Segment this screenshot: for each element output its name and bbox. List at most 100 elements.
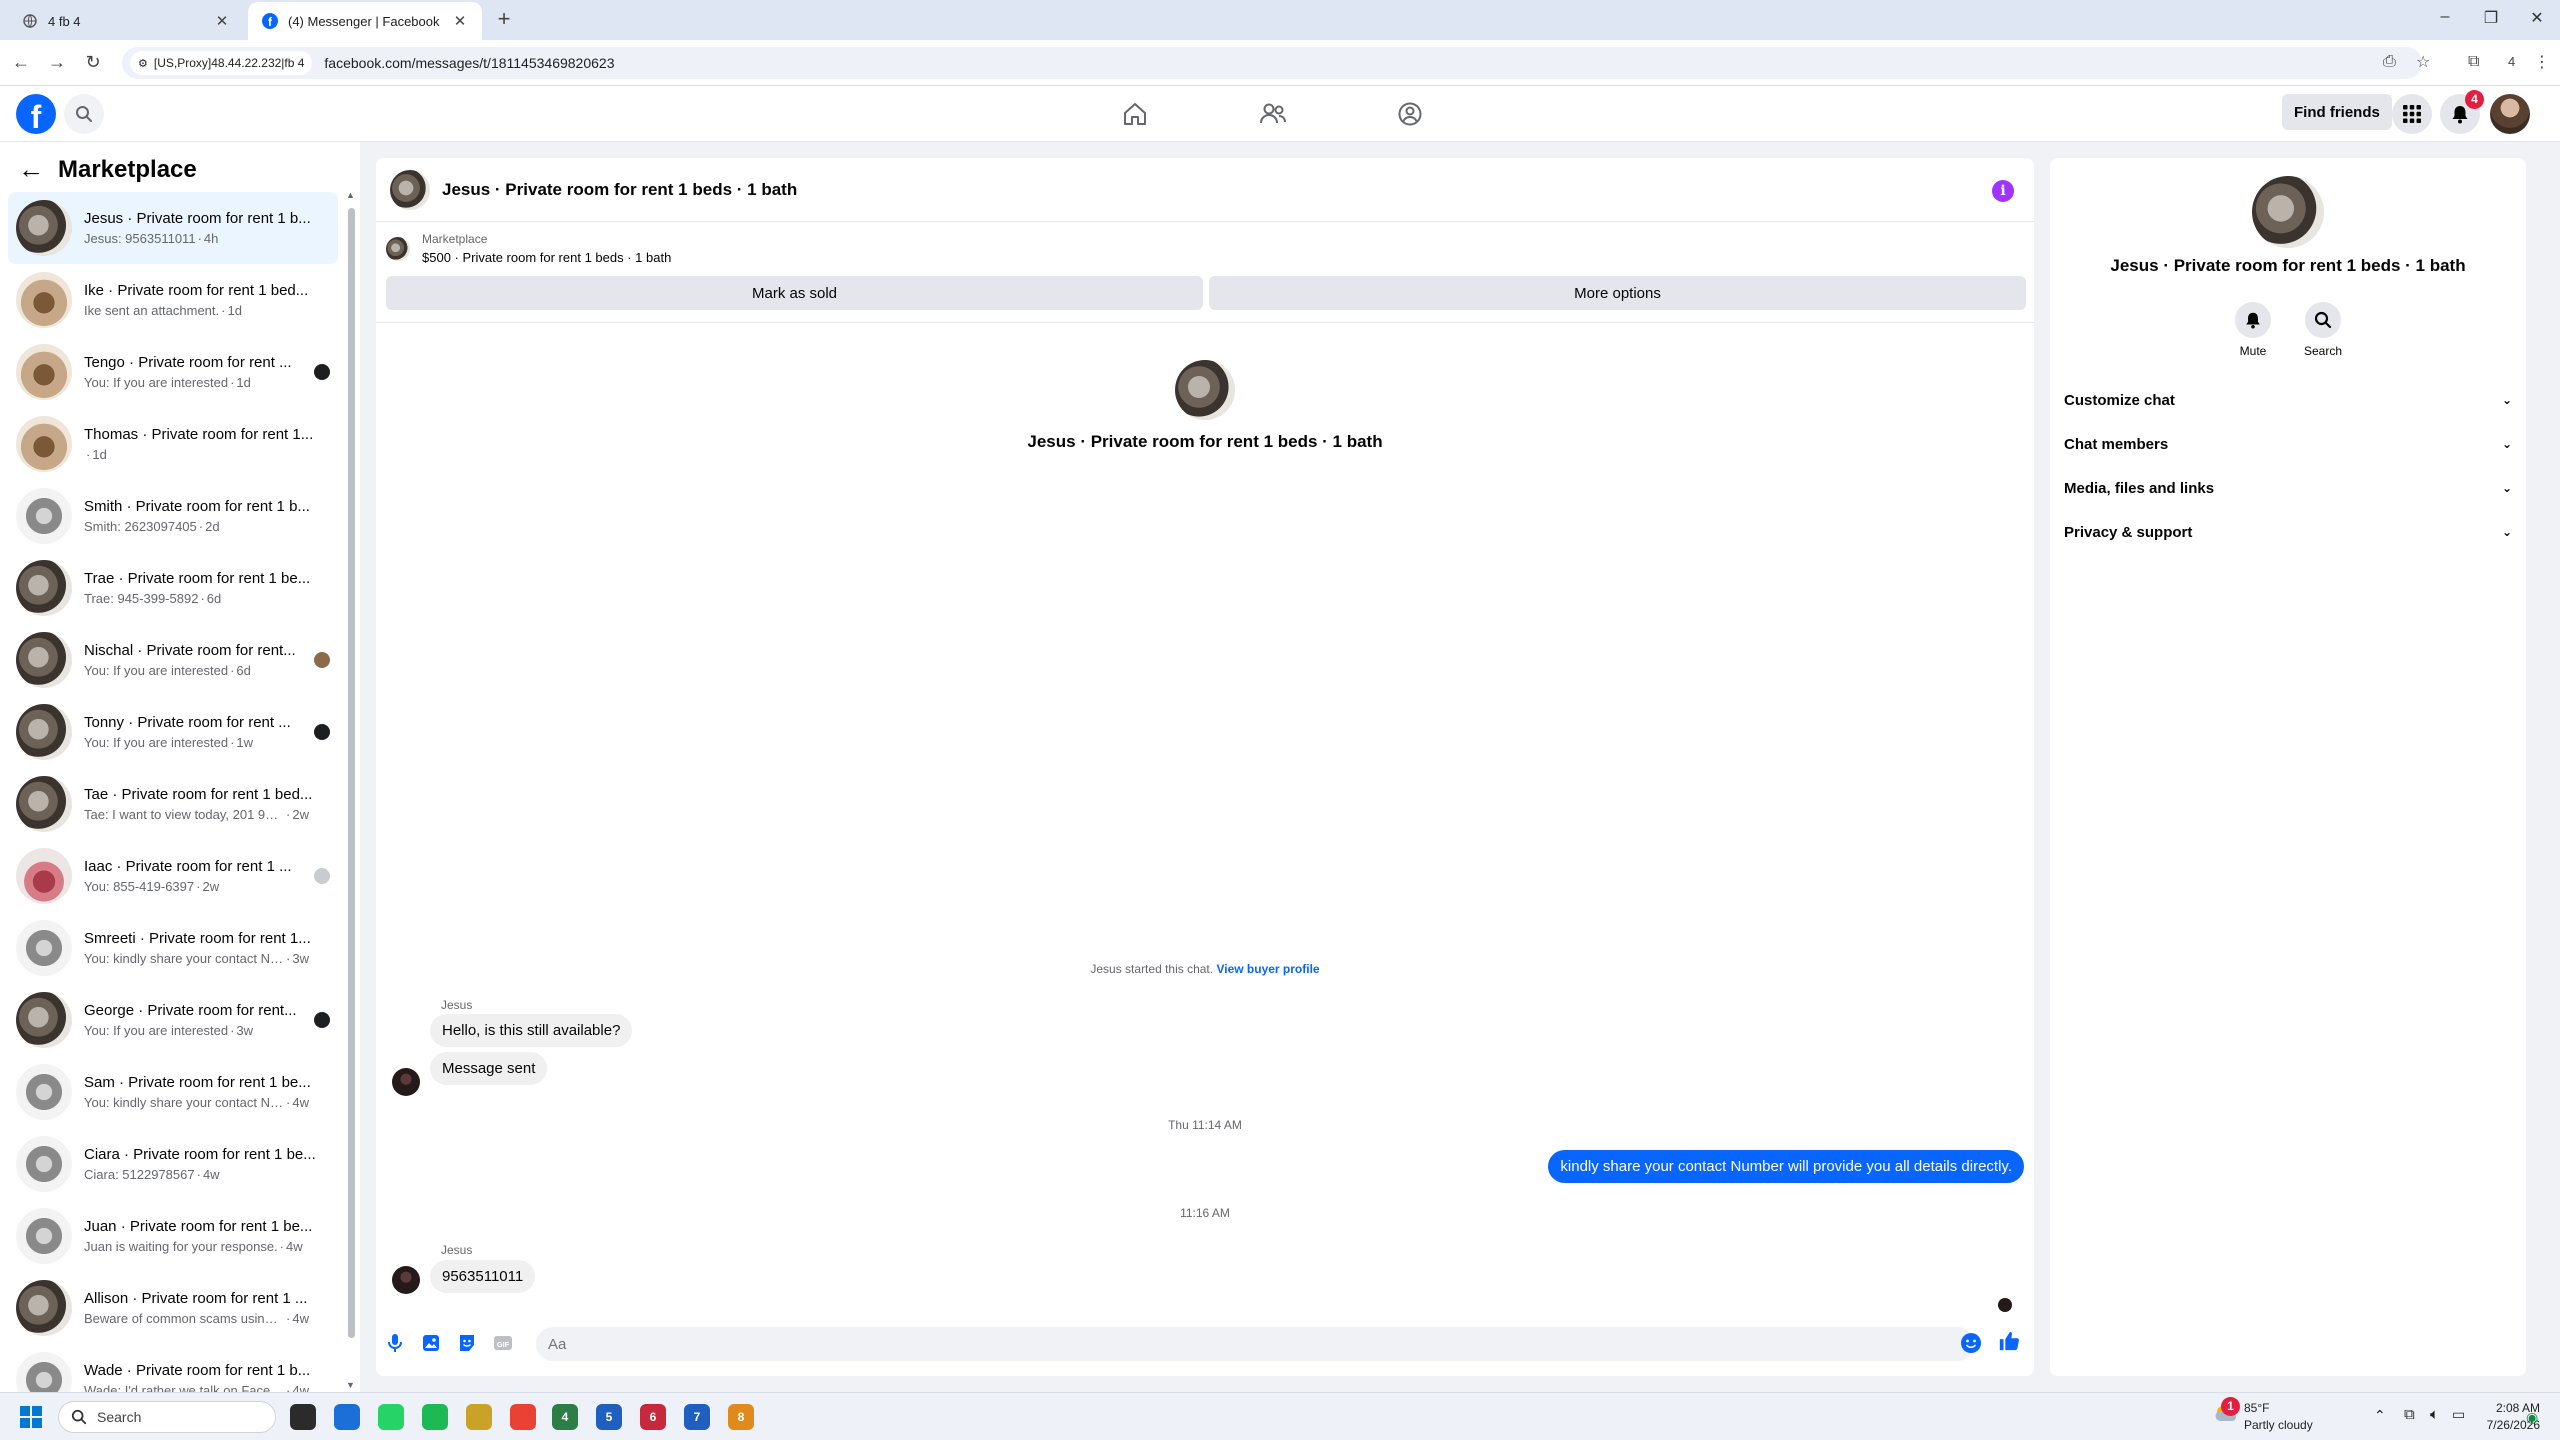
taskbar-app-icon[interactable]: 5: [596, 1404, 622, 1430]
conversation-item[interactable]: Ciara · Private room for rent 1 be... Cia…: [8, 1128, 338, 1200]
conversation-item[interactable]: Thomas · Private room for rent 1... 1d: [8, 408, 338, 480]
home-nav-icon[interactable]: [1119, 98, 1151, 130]
facebook-search-button[interactable]: [64, 94, 104, 134]
conversation-item[interactable]: Wade · Private room for rent 1 b... Wade:…: [8, 1344, 338, 1392]
taskbar-app-icon[interactable]: [334, 1404, 360, 1430]
close-tab-icon[interactable]: ✕: [214, 12, 230, 30]
emoji-icon[interactable]: [1960, 1332, 1982, 1354]
incoming-message[interactable]: Message sent: [430, 1052, 548, 1085]
weather-temperature[interactable]: 85°F: [2244, 1401, 2269, 1415]
proxy-chip[interactable]: ⚙ [US,Proxy]48.44.22.232|fb 4: [130, 51, 313, 75]
conversation-item[interactable]: Tonny · Private room for rent ... You: If…: [8, 696, 338, 768]
friends-nav-icon[interactable]: [1257, 98, 1289, 130]
taskbar-app-icon[interactable]: 6: [640, 1404, 666, 1430]
info-icon[interactable]: i: [1992, 180, 2014, 202]
minimize-icon[interactable]: –: [2430, 8, 2460, 26]
more-options-button[interactable]: More options: [1209, 276, 2026, 310]
incoming-message[interactable]: 9563511011: [430, 1260, 536, 1293]
mark-as-sold-button[interactable]: Mark as sold: [386, 276, 1203, 310]
conversation-item[interactable]: Iaac · Private room for rent 1 ... You: 8…: [8, 840, 338, 912]
bookmark-star-icon[interactable]: ☆: [2416, 52, 2430, 72]
install-app-icon[interactable]: ⎙: [2383, 53, 2396, 71]
taskbar-app-icon[interactable]: 8: [728, 1404, 754, 1430]
forward-arrow-icon[interactable]: →: [46, 52, 68, 73]
scroll-up-icon[interactable]: ▲: [346, 190, 355, 200]
network-icon[interactable]: ⧉: [2404, 1406, 2415, 1423]
conversation-item[interactable]: Ike · Private room for rent 1 bed... Ike …: [8, 264, 338, 336]
taskbar-app-icon[interactable]: 4: [552, 1404, 578, 1430]
chat-members-section[interactable]: Chat members ⌄: [2064, 424, 2512, 464]
back-arrow-icon[interactable]: ←: [10, 52, 32, 73]
extensions-icon[interactable]: ⧉: [2468, 53, 2479, 71]
conversation-item[interactable]: Jesus · Private room for rent 1 b... Jesu…: [8, 192, 338, 264]
taskbar-app-icon[interactable]: [510, 1404, 536, 1430]
chat-header-thumbnail[interactable]: [390, 169, 430, 210]
reload-icon[interactable]: ↻: [82, 52, 104, 73]
taskbar-app-icon[interactable]: [378, 1404, 404, 1430]
sticker-icon[interactable]: [456, 1332, 478, 1354]
customize-chat-section[interactable]: Customize chat ⌄: [2064, 380, 2512, 420]
close-window-icon[interactable]: ✕: [2522, 8, 2552, 28]
notifications-button[interactable]: 4: [2440, 90, 2484, 134]
like-thumbs-up-icon[interactable]: [1998, 1330, 2020, 1352]
account-avatar[interactable]: [2490, 94, 2530, 134]
privacy-support-section[interactable]: Privacy & support ⌄: [2064, 512, 2512, 552]
conversation-scrollbar[interactable]: ▲ ▼: [346, 190, 356, 1390]
conversation-item[interactable]: Sam · Private room for rent 1 be... You: …: [8, 1056, 338, 1128]
url-text[interactable]: facebook.com/messages/t/1811453469820623: [324, 55, 614, 71]
search-in-chat-button[interactable]: Search: [2288, 302, 2358, 358]
conversation-item[interactable]: Tae · Private room for rent 1 bed... Tae:…: [8, 768, 338, 840]
new-tab-icon[interactable]: +: [492, 8, 516, 32]
scrollbar-thumb[interactable]: [348, 208, 355, 1338]
browser-tab-2[interactable]: f (4) Messenger | Facebook ✕: [248, 2, 482, 40]
battery-icon[interactable]: ▭: [2452, 1406, 2465, 1423]
windows-start-icon[interactable]: [20, 1406, 42, 1428]
conversation-item[interactable]: Nischal · Private room for rent... You: I…: [8, 624, 338, 696]
conversation-item[interactable]: Smith · Private room for rent 1 b... Smit…: [8, 480, 338, 552]
show-hidden-icons-chevron-up-icon[interactable]: ⌃: [2374, 1407, 2386, 1424]
conversation-item[interactable]: Tengo · Private room for rent ... You: If…: [8, 336, 338, 408]
notification-center-icon[interactable]: ◉: [2526, 1409, 2538, 1426]
conversation-item[interactable]: George · Private room for rent... You: If…: [8, 984, 338, 1056]
volume-icon[interactable]: 🔈︎: [2430, 1406, 2439, 1423]
browser-menu-icon[interactable]: ⋮: [2534, 52, 2550, 72]
weather-description[interactable]: Partly cloudy: [2244, 1418, 2313, 1432]
photo-icon[interactable]: [420, 1332, 442, 1354]
omnibox[interactable]: ⚙ [US,Proxy]48.44.22.232|fb 4 facebook.c…: [122, 47, 2422, 79]
menu-grid-button[interactable]: [2392, 94, 2432, 134]
message-input[interactable]: [536, 1327, 1974, 1361]
browser-tab-1[interactable]: 4 fb 4 ✕: [8, 2, 244, 40]
conversation-item[interactable]: Smreeti · Private room for rent 1... You:…: [8, 912, 338, 984]
mute-button[interactable]: Mute: [2218, 302, 2288, 358]
scroll-down-icon[interactable]: ▼: [346, 1380, 355, 1390]
media-files-links-section[interactable]: Media, files and links ⌄: [2064, 468, 2512, 508]
conversation-item[interactable]: Allison · Private room for rent 1 ... Bew…: [8, 1272, 338, 1344]
listing-description[interactable]: $500 · Private room for rent 1 beds · 1 …: [422, 250, 671, 265]
conversation-item[interactable]: Juan · Private room for rent 1 be... Juan…: [8, 1200, 338, 1272]
info-thumbnail[interactable]: [2252, 176, 2324, 248]
taskbar-search[interactable]: Search: [58, 1401, 276, 1433]
taskbar-app-icon[interactable]: 7: [684, 1404, 710, 1430]
weather-icon[interactable]: 1: [2212, 1397, 2242, 1431]
taskbar-app-icon[interactable]: [422, 1404, 448, 1430]
conversation-item[interactable]: Trae · Private room for rent 1 be... Trae…: [8, 552, 338, 624]
incoming-message[interactable]: Hello, is this still available?: [430, 1014, 633, 1047]
outgoing-message[interactable]: kindly share your contact Number will pr…: [1548, 1150, 2024, 1183]
section-label: Chat members: [2064, 435, 2169, 453]
taskbar-app-icon[interactable]: [466, 1404, 492, 1430]
profile-nav-icon[interactable]: [1394, 98, 1426, 130]
listing-thumbnail[interactable]: [386, 236, 410, 261]
sender-avatar[interactable]: [392, 1068, 420, 1096]
gif-icon[interactable]: GIF: [492, 1332, 514, 1354]
chat-title[interactable]: Jesus · Private room for rent 1 beds · 1…: [442, 180, 797, 200]
restore-icon[interactable]: ❐: [2476, 8, 2506, 28]
microphone-icon[interactable]: [384, 1332, 406, 1354]
view-buyer-profile-link[interactable]: View buyer profile: [1216, 962, 1319, 976]
sender-avatar[interactable]: [392, 1266, 420, 1294]
back-arrow-icon[interactable]: ←: [18, 154, 44, 185]
close-tab-icon[interactable]: ✕: [452, 12, 468, 30]
taskbar-app-icon[interactable]: [290, 1404, 316, 1430]
profile-count[interactable]: 4: [2508, 54, 2515, 69]
find-friends-button[interactable]: Find friends: [2282, 94, 2392, 130]
facebook-logo-icon[interactable]: f: [16, 94, 56, 134]
